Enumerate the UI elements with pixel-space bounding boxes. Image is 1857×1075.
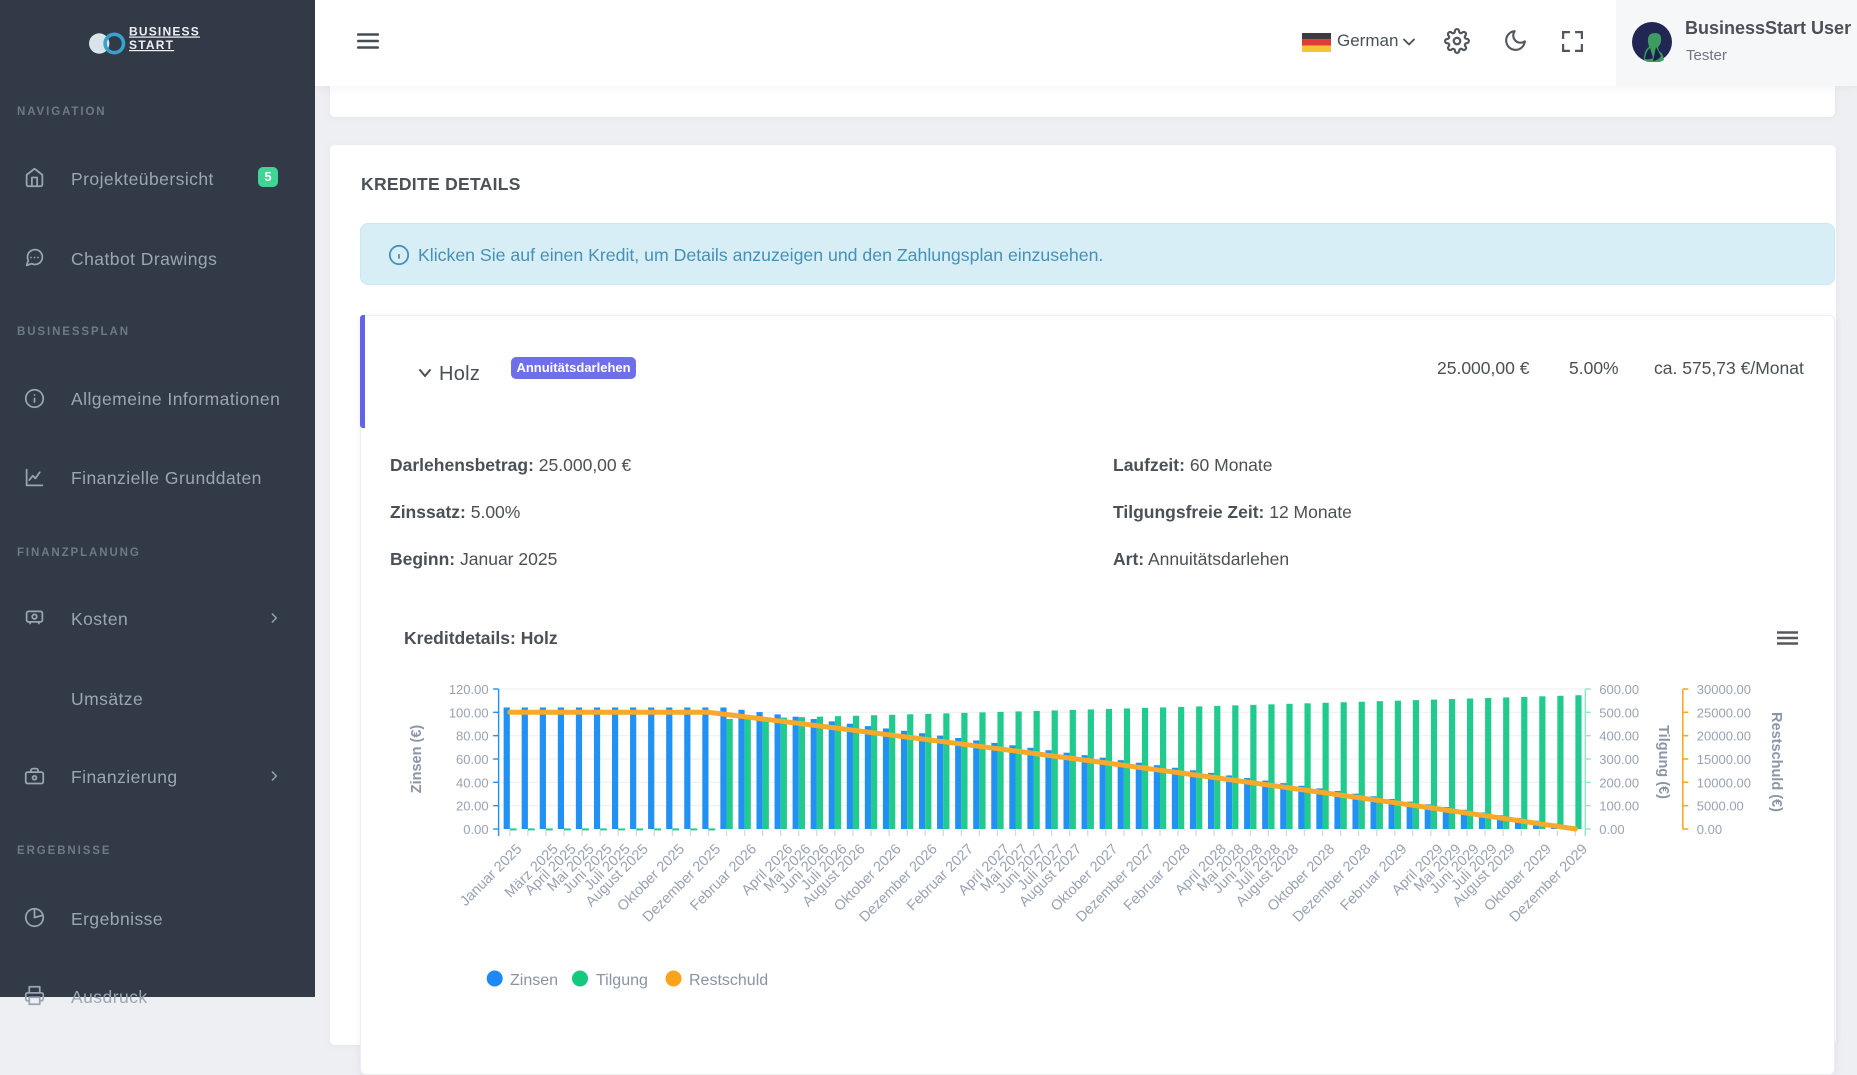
svg-text:Zinsen: Zinsen [510,972,558,989]
svg-text:600.00: 600.00 [1599,682,1639,697]
svg-text:START: START [129,38,174,52]
svg-text:0.00: 0.00 [1697,822,1722,837]
svg-text:20.00: 20.00 [456,799,489,814]
svg-text:60.00: 60.00 [456,752,489,767]
svg-text:5000.00: 5000.00 [1697,799,1744,814]
svg-text:300.00: 300.00 [1599,752,1639,767]
svg-text:100.00: 100.00 [1599,799,1639,814]
svg-text:100.00: 100.00 [449,705,489,720]
svg-text:25000.00: 25000.00 [1697,705,1751,720]
svg-text:Zinsen (€): Zinsen (€) [409,725,425,794]
svg-text:120.00: 120.00 [449,682,489,697]
svg-text:15000.00: 15000.00 [1697,752,1751,767]
svg-text:0.00: 0.00 [463,822,488,837]
svg-text:BUSINESS: BUSINESS [129,25,200,39]
svg-text:40.00: 40.00 [456,775,489,790]
svg-text:Tilgung (€): Tilgung (€) [1655,725,1671,799]
svg-text:500.00: 500.00 [1599,705,1639,720]
svg-text:30000.00: 30000.00 [1697,682,1751,697]
svg-text:400.00: 400.00 [1599,729,1639,744]
svg-text:Restschuld: Restschuld [689,972,768,989]
svg-text:Tilgung: Tilgung [596,972,648,989]
svg-text:200.00: 200.00 [1599,775,1639,790]
svg-text:80.00: 80.00 [456,729,489,744]
svg-text:10000.00: 10000.00 [1697,775,1751,790]
svg-text:20000.00: 20000.00 [1697,729,1751,744]
svg-text:Restschuld (€): Restschuld (€) [1768,712,1784,812]
svg-text:0.00: 0.00 [1599,822,1624,837]
